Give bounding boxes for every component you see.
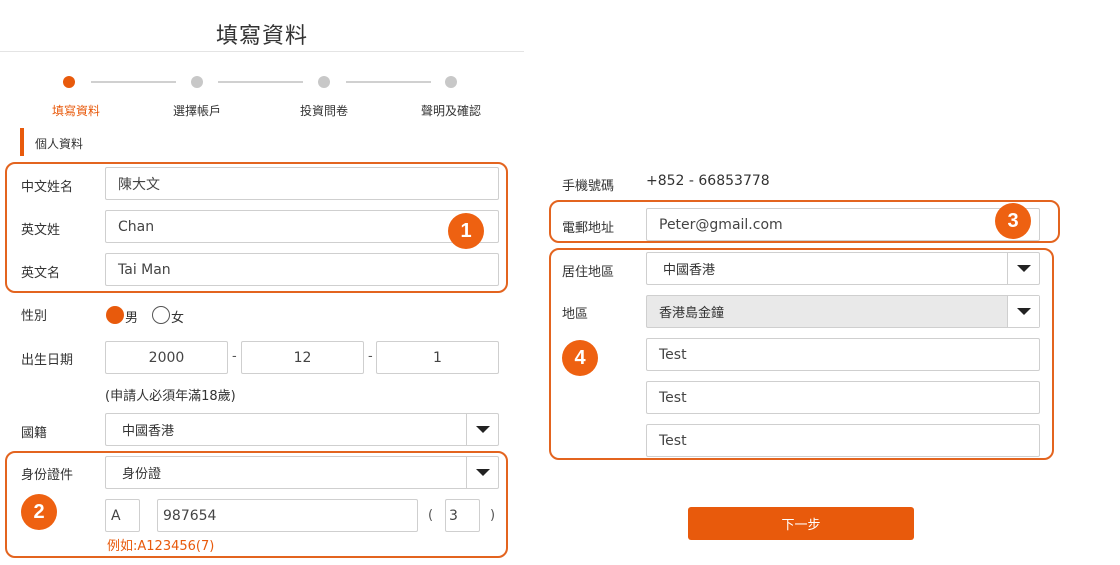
gender-male-label: 男: [125, 311, 139, 326]
nationality-value: 中國香港: [122, 424, 175, 439]
step-connector: [91, 81, 176, 83]
nationality-label: 國籍: [21, 426, 48, 441]
dob-separator: -: [232, 349, 237, 364]
caret-down-icon: [475, 426, 490, 433]
annotation-badge-2: 2: [21, 494, 57, 530]
step-dot-1: [63, 76, 75, 88]
next-button[interactable]: 下一步: [688, 507, 914, 540]
section-title: 個人資料: [35, 137, 84, 151]
title-divider: [0, 51, 524, 52]
gender-female-label: 女: [171, 311, 185, 326]
dob-separator: -: [368, 349, 373, 364]
age-requirement-note: (申請人必須年滿18歲): [105, 389, 236, 404]
gender-label: 性別: [21, 309, 48, 324]
page-title: 填寫資料: [215, 24, 308, 49]
highlight-box-address: [549, 248, 1054, 460]
gender-female-radio[interactable]: [152, 306, 170, 324]
dob-month-input[interactable]: 12: [241, 341, 364, 374]
step-connector: [218, 81, 303, 83]
dob-label: 出生日期: [21, 353, 74, 368]
progress-stepper: 填寫資料 選擇帳戶 投資問卷 聲明及確認: [0, 70, 524, 120]
step-dot-4: [445, 76, 457, 88]
step-label-1: 填寫資料: [51, 104, 100, 118]
step-dot-2: [191, 76, 203, 88]
step-connector: [346, 81, 431, 83]
mobile-value: +852 - 66853778: [646, 173, 770, 189]
step-label-2: 選擇帳戶: [172, 104, 221, 118]
annotation-badge-4: 4: [562, 340, 598, 376]
mobile-label: 手機號碼: [562, 179, 615, 194]
nationality-select[interactable]: 中國香港: [105, 413, 499, 446]
section-accent-bar: [20, 128, 24, 156]
step-label-4: 聲明及確認: [420, 104, 481, 118]
highlight-box-email: [549, 200, 1060, 243]
annotation-badge-1: 1: [448, 213, 484, 249]
dob-day-input[interactable]: 1: [376, 341, 499, 374]
highlight-box-names: [5, 162, 508, 293]
annotation-badge-3: 3: [995, 203, 1031, 239]
dob-year-input[interactable]: 2000: [105, 341, 228, 374]
step-label-3: 投資問卷: [299, 104, 348, 118]
step-dot-3: [318, 76, 330, 88]
gender-male-radio[interactable]: [106, 306, 124, 324]
dropdown-button[interactable]: [466, 414, 498, 445]
highlight-box-id-document: [5, 451, 508, 558]
